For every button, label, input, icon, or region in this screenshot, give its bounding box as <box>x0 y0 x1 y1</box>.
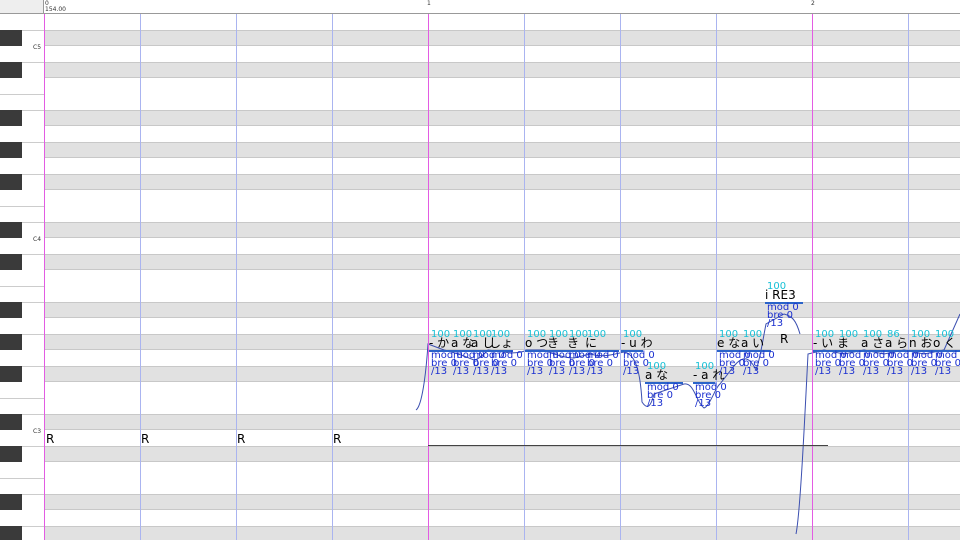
beat-line <box>716 14 717 540</box>
note-param: /13 <box>453 366 470 377</box>
beat-line <box>908 14 909 540</box>
rest-note[interactable]: R <box>780 332 788 346</box>
bar-number-1: 1 <box>427 0 431 7</box>
timeline-ruler[interactable]: 0 154.00 1 2 <box>44 0 960 14</box>
black-key[interactable] <box>0 494 22 510</box>
white-key-divider <box>0 286 44 287</box>
note-lyric: a ら <box>885 336 909 350</box>
beat-line <box>332 14 333 540</box>
black-key[interactable] <box>0 222 22 238</box>
bar-number-2: 2 <box>811 0 815 7</box>
note-param: /13 <box>473 366 490 377</box>
note-param: /13 <box>527 366 544 377</box>
note-param: /13 <box>887 366 904 377</box>
white-key-divider <box>0 206 44 207</box>
note-lyric: - い <box>813 336 834 350</box>
white-key-divider <box>0 478 44 479</box>
note-lyric: o く <box>933 336 957 350</box>
rest-note[interactable]: R <box>46 432 54 446</box>
note-lyric: o つ <box>525 336 549 350</box>
bar-line <box>44 14 45 540</box>
note-param: /13 <box>743 366 760 377</box>
note-param: /13 <box>935 366 952 377</box>
bar-line <box>428 14 429 540</box>
note-param: /13 <box>815 366 832 377</box>
rest-note[interactable]: R <box>333 432 341 446</box>
note-lyric: - u わ <box>621 336 653 350</box>
note-lyric: き <box>567 336 580 350</box>
black-key[interactable] <box>0 526 22 540</box>
note-lyric: n お <box>909 336 933 350</box>
note-lyric: e な <box>717 336 741 350</box>
note-lyric: i RE3 <box>765 288 796 302</box>
beat-line <box>620 14 621 540</box>
black-key[interactable] <box>0 302 22 318</box>
note-param: /13 <box>491 366 508 377</box>
note-lyric: a な <box>645 368 669 382</box>
note-param: /13 <box>911 366 928 377</box>
note-param: /13 <box>549 366 566 377</box>
black-key[interactable] <box>0 62 22 78</box>
note-lyric: き <box>547 336 560 350</box>
octave-label-c4: C4 <box>33 236 42 243</box>
note-param: /13 <box>623 366 640 377</box>
white-key-divider <box>0 398 44 399</box>
pitch-curve-layer <box>415 313 960 535</box>
black-key[interactable] <box>0 254 22 270</box>
beat-line <box>524 14 525 540</box>
black-key[interactable] <box>0 446 22 462</box>
white-key-divider <box>0 94 44 95</box>
black-key[interactable] <box>0 142 22 158</box>
note-param: /13 <box>695 398 712 409</box>
black-key[interactable] <box>0 366 22 382</box>
black-key[interactable] <box>0 334 22 350</box>
note-param: /13 <box>719 366 736 377</box>
rest-note[interactable]: R <box>141 432 149 446</box>
bar-line <box>812 14 813 540</box>
note-lyric: - か <box>429 336 450 350</box>
note-param: /13 <box>863 366 880 377</box>
note-lyric: a い <box>741 336 765 350</box>
black-key[interactable] <box>0 414 22 430</box>
tempo-label[interactable]: 154.00 <box>45 7 66 13</box>
octave-label-c3: C3 <box>33 428 42 435</box>
note-param: /13 <box>839 366 856 377</box>
note-param: /13 <box>431 366 448 377</box>
editor-corner <box>0 0 44 14</box>
black-key[interactable] <box>0 30 22 46</box>
note-lyric: a さ <box>861 336 885 350</box>
note-lyric: ま <box>837 336 850 350</box>
rest-line <box>428 445 828 446</box>
note-lyric: しょ <box>489 336 514 350</box>
note-param: /13 <box>767 318 784 329</box>
octave-label-c5: C5 <box>33 44 42 51</box>
note-lyric: に <box>585 336 598 350</box>
note-param: /13 <box>569 366 586 377</box>
note-param: /13 <box>647 398 664 409</box>
beat-line <box>140 14 141 540</box>
beat-line <box>236 14 237 540</box>
black-key[interactable] <box>0 174 22 190</box>
note-param: /13 <box>587 366 604 377</box>
rest-note[interactable]: R <box>237 432 245 446</box>
piano-roll-grid[interactable]: R R R R R 100- か mod 0 bre 0/13 100 a な mod 0 bre 0… <box>44 14 960 540</box>
black-key[interactable] <box>0 110 22 126</box>
piano-keyboard[interactable]: C5 C4 C3 <box>0 14 45 540</box>
